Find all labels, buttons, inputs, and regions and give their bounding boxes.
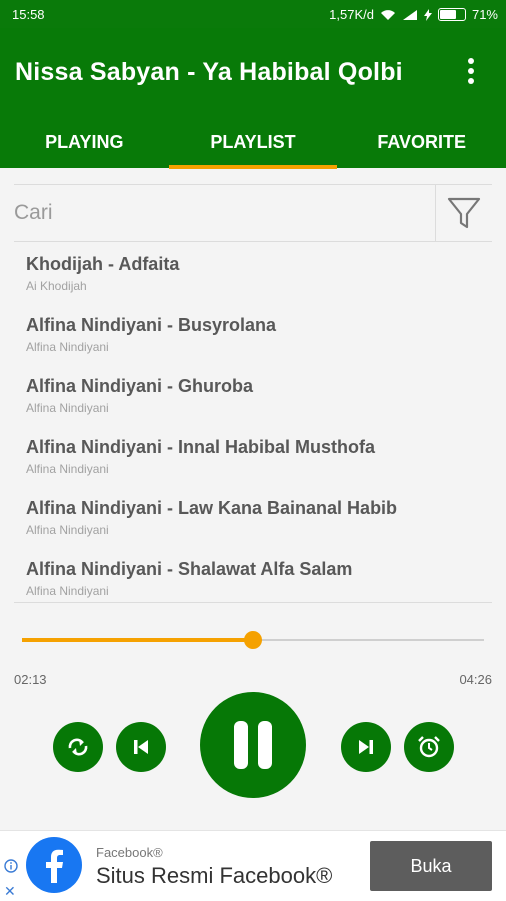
facebook-icon [46,849,63,883]
filter-icon [447,197,481,229]
network-speed: 1,57K/d [329,7,374,22]
song-artist: Alfina Nindiyani [26,523,109,537]
song-title: Alfina Nindiyani - Innal Habibal Musthof… [26,437,376,457]
seek-thumb[interactable] [244,631,262,649]
previous-button[interactable] [116,722,166,772]
song-title: Khodijah - Adfaita [26,254,180,274]
song-title: Alfina Nindiyani - Ghuroba [26,376,254,396]
signal-icon [402,9,417,20]
playlist-item[interactable]: Alfina Nindiyani - Law Kana Bainanal Hab… [14,486,492,547]
wifi-icon [380,9,395,20]
alarm-button[interactable] [404,722,454,772]
song-artist: Alfina Nindiyani [26,462,109,476]
playlist: Khodijah - Adfaita Ai Khodijah Alfina Ni… [14,242,492,603]
playlist-item[interactable]: Alfina Nindiyani - Shalawat Alfa Salam A… [14,547,492,602]
next-icon [359,740,373,754]
song-artist: Alfina Nindiyani [26,584,109,598]
tab-bar: PLAYING PLAYLIST FAVORITE [0,124,506,169]
facebook-logo [26,837,82,893]
current-time: 02:13 [14,672,47,687]
battery-percent: 71% [471,7,498,22]
seek-progress [22,638,253,642]
song-title: Alfina Nindiyani - Busyrolana [26,315,277,335]
search-input[interactable] [14,185,424,241]
song-artist: Alfina Nindiyani [26,340,109,354]
filter-button[interactable] [435,185,492,241]
ad-source: Facebook® [96,845,163,860]
song-artist: Alfina Nindiyani [26,401,109,415]
pause-button[interactable] [200,692,306,798]
tab-playing[interactable]: PLAYING [0,124,169,168]
status-time: 15:58 [12,7,45,22]
repeat-button[interactable] [53,722,103,772]
previous-icon [134,740,148,754]
repeat-icon [68,738,88,756]
tab-favorite[interactable]: FAVORITE [337,124,506,168]
tab-playlist[interactable]: PLAYLIST [168,124,338,169]
playlist-item[interactable]: Khodijah - Adfaita Ai Khodijah [14,242,492,303]
song-artist: Ai Khodijah [26,279,87,293]
song-title: Alfina Nindiyani - Shalawat Alfa Salam [26,559,353,579]
more-vert-icon[interactable] [468,58,476,88]
next-button[interactable] [341,722,391,772]
status-right: 1,57K/d 71% [329,7,498,22]
battery-icon [437,8,466,21]
status-bar: 15:58 1,57K/d 71% [0,0,506,28]
alarm-icon [418,736,440,758]
close-icon[interactable]: ✕ [4,883,16,900]
playlist-item[interactable]: Alfina Nindiyani - Busyrolana Alfina Nin… [14,303,492,364]
search-bar [14,184,492,242]
playlist-item[interactable]: Alfina Nindiyani - Innal Habibal Musthof… [14,425,492,486]
total-time: 04:26 [459,672,492,687]
app-title: Nissa Sabyan - Ya Habibal Qolbi [15,58,403,86]
charging-icon [423,8,432,21]
song-title: Alfina Nindiyani - Law Kana Bainanal Hab… [26,498,398,518]
ad-title: Situs Resmi Facebook® [96,863,333,888]
ad-open-button[interactable]: Buka [370,841,492,891]
info-icon[interactable] [4,859,18,873]
pause-icon [234,721,272,769]
ad-banner[interactable]: ✕ Facebook® Situs Resmi Facebook® Buka [0,830,506,901]
seek-bar[interactable] [22,620,484,660]
playlist-item[interactable]: Alfina Nindiyani - Ghuroba Alfina Nindiy… [14,364,492,425]
app-bar: Nissa Sabyan - Ya Habibal Qolbi PLAYING … [0,28,506,169]
